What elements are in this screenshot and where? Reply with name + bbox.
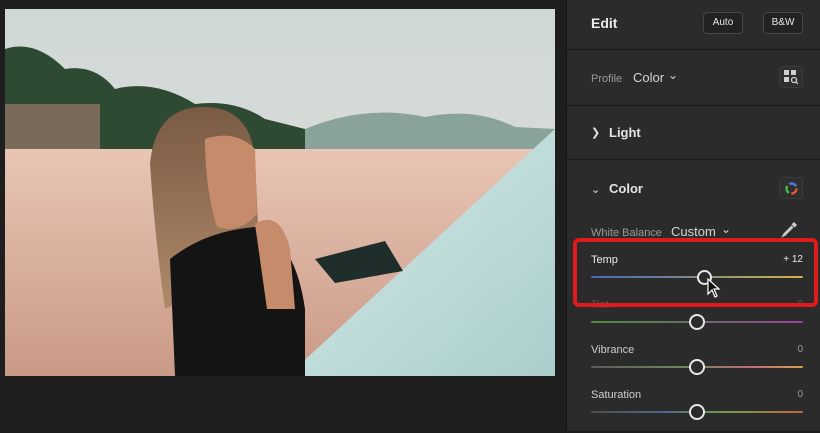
light-section-header[interactable]: ❯ Light: [567, 106, 820, 160]
vibrance-slider-handle[interactable]: [689, 359, 705, 375]
edit-panel: Edit Auto B&W Profile Color ⌄ ❯ Light ⌄ …: [566, 0, 820, 431]
vibrance-slider: Vibrance 0: [567, 344, 820, 388]
color-wheel-icon: [785, 182, 798, 195]
chevron-down-icon[interactable]: ⌄: [668, 68, 678, 82]
chevron-right-icon: ❯: [591, 127, 601, 139]
color-mixer-button[interactable]: [779, 177, 803, 199]
vibrance-label: Vibrance: [591, 344, 635, 356]
temp-highlight-box: [573, 238, 818, 307]
vibrance-value[interactable]: 0: [797, 344, 803, 355]
grid-browse-icon: [784, 70, 798, 84]
light-section-title: Light: [609, 125, 641, 140]
auto-button[interactable]: Auto: [703, 12, 743, 34]
photo-preview: [5, 9, 555, 376]
profile-browser-button[interactable]: [779, 66, 803, 88]
eyedropper-icon[interactable]: [781, 220, 799, 238]
white-balance-dropdown[interactable]: Custom: [671, 224, 716, 239]
mouse-cursor-icon: [707, 278, 721, 298]
image-canvas: [0, 0, 566, 431]
saturation-value[interactable]: 0: [797, 389, 803, 400]
profile-row: Profile Color ⌄: [567, 50, 820, 106]
saturation-label: Saturation: [591, 389, 642, 401]
profile-label: Profile: [591, 73, 623, 85]
color-section-header[interactable]: ⌄ Color: [567, 160, 820, 216]
profile-dropdown[interactable]: Color: [633, 70, 664, 85]
panel-title: Edit: [591, 15, 618, 31]
bw-button[interactable]: B&W: [763, 12, 803, 34]
tint-slider-handle[interactable]: [689, 314, 705, 330]
color-section-title: Color: [609, 181, 643, 196]
chevron-down-icon[interactable]: ⌄: [721, 222, 731, 236]
chevron-down-icon: ⌄: [591, 184, 601, 196]
saturation-slider-handle[interactable]: [689, 404, 705, 420]
edit-header: Edit Auto B&W: [567, 0, 820, 50]
saturation-slider: Saturation 0: [567, 389, 820, 433]
